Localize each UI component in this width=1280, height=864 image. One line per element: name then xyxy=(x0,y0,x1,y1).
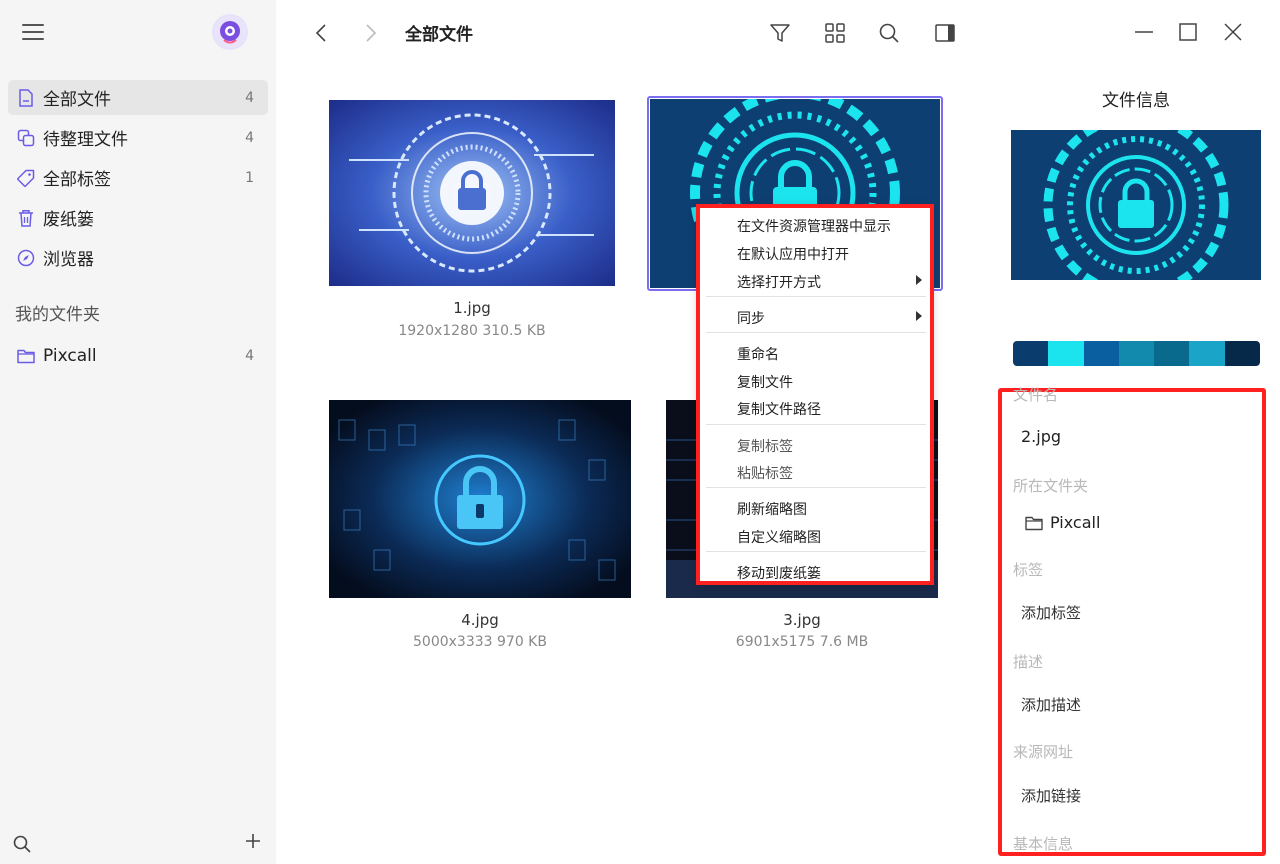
sidebar-nav: 全部文件 4 待整理文件 4 全部标签 1 废纸篓 浏览器 xyxy=(8,80,268,280)
description-label: 描述 xyxy=(1013,653,1044,671)
basic-info-label: 基本信息 xyxy=(1013,835,1074,853)
avatar[interactable] xyxy=(212,14,248,50)
sidebar-item-browser[interactable]: 浏览器 xyxy=(8,240,268,275)
color-palette xyxy=(1013,341,1260,366)
back-icon[interactable] xyxy=(312,22,332,48)
submenu-arrow-icon xyxy=(916,275,922,285)
file-meta: 5000x3333 970 KB xyxy=(413,634,547,650)
filename-field[interactable]: 2.jpg xyxy=(1021,427,1061,446)
sidebar-item-count: 4 xyxy=(245,129,254,146)
menu-move-to-trash[interactable]: 移动到废纸篓 xyxy=(737,563,821,583)
close-icon[interactable] xyxy=(1222,20,1244,48)
menu-separator xyxy=(706,332,926,333)
menu-separator xyxy=(706,424,926,425)
context-menu: 在文件资源管理器中显示 在默认应用中打开 选择打开方式 同步 重命名 复制文件 … xyxy=(696,204,934,585)
menu-show-in-explorer[interactable]: 在文件资源管理器中显示 xyxy=(737,216,891,236)
menu-paste-tags[interactable]: 粘贴标签 xyxy=(737,463,793,483)
menu-sync[interactable]: 同步 xyxy=(737,308,765,328)
thumbnail-1[interactable] xyxy=(329,100,615,286)
file-meta: 6901x5175 7.6 MB xyxy=(735,634,869,650)
sidebar-item-count: 4 xyxy=(245,347,254,364)
folder-field[interactable]: Pixcall xyxy=(1025,513,1100,532)
menu-copy-tags[interactable]: 复制标签 xyxy=(737,436,793,456)
folder-name: Pixcall xyxy=(1050,513,1101,532)
sidebar-item-trash[interactable]: 废纸篓 xyxy=(8,200,268,235)
sidebar-item-label: 浏览器 xyxy=(43,250,94,270)
file-name: 4.jpg xyxy=(461,611,499,629)
menu-copy-file[interactable]: 复制文件 xyxy=(737,372,793,392)
menu-open-with[interactable]: 选择打开方式 xyxy=(737,272,821,292)
forward-icon[interactable] xyxy=(360,22,380,48)
submenu-arrow-icon xyxy=(916,311,922,321)
sidebar-item-label: 待整理文件 xyxy=(43,130,128,150)
folder-icon xyxy=(1025,515,1043,531)
sidebar-item-label: Pixcall xyxy=(43,345,97,366)
minimize-icon[interactable] xyxy=(1133,20,1155,48)
sidebar-item-label: 废纸篓 xyxy=(43,210,94,230)
sidebar-item-count: 1 xyxy=(245,169,254,186)
sidebar-item-folder-pixcall[interactable]: Pixcall 4 xyxy=(8,338,268,373)
sidebar: 全部文件 4 待整理文件 4 全部标签 1 废纸篓 浏览器 我的文件夹 Pixc… xyxy=(0,0,276,864)
tag-icon xyxy=(16,168,36,188)
search-icon[interactable] xyxy=(878,22,900,48)
color-swatch[interactable] xyxy=(1048,341,1084,366)
preview-image xyxy=(1011,130,1261,280)
grid-view-icon[interactable] xyxy=(824,22,846,48)
filename-label: 文件名 xyxy=(1013,386,1059,404)
thumbnail-4[interactable] xyxy=(329,400,631,598)
sidebar-item-unsorted[interactable]: 待整理文件 4 xyxy=(8,120,268,155)
file-icon xyxy=(16,88,36,108)
color-swatch[interactable] xyxy=(1189,341,1225,366)
color-swatch[interactable] xyxy=(1154,341,1190,366)
folders-section-title: 我的文件夹 xyxy=(15,305,100,325)
folder-list: Pixcall 4 xyxy=(8,338,268,378)
file-meta: 1920x1280 310.5 KB xyxy=(398,323,546,339)
menu-copy-path[interactable]: 复制文件路径 xyxy=(737,399,821,419)
trash-icon xyxy=(16,208,36,228)
file-name: 1.jpg xyxy=(453,299,491,317)
toggle-panel-icon[interactable] xyxy=(934,22,956,48)
sidebar-item-label: 全部文件 xyxy=(43,90,111,110)
add-description-button[interactable]: 添加描述 xyxy=(1021,694,1081,715)
menu-open-default[interactable]: 在默认应用中打开 xyxy=(737,244,849,264)
menu-separator xyxy=(706,551,926,552)
page-title: 全部文件 xyxy=(405,25,473,45)
color-swatch[interactable] xyxy=(1118,341,1155,366)
color-swatch[interactable] xyxy=(1013,341,1049,366)
add-folder-icon[interactable] xyxy=(244,832,262,855)
menu-refresh-thumbnail[interactable]: 刷新缩略图 xyxy=(737,499,807,519)
color-swatch[interactable] xyxy=(1224,341,1260,366)
file-name: 3.jpg xyxy=(783,611,821,629)
tags-label: 标签 xyxy=(1013,561,1044,579)
add-link-button[interactable]: 添加链接 xyxy=(1021,785,1081,806)
menu-custom-thumbnail[interactable]: 自定义缩略图 xyxy=(737,527,821,547)
color-swatch[interactable] xyxy=(1083,341,1119,366)
info-panel-title: 文件信息 xyxy=(1102,91,1170,111)
copy-icon xyxy=(16,128,36,148)
sidebar-item-label: 全部标签 xyxy=(43,170,111,190)
menu-separator xyxy=(706,296,926,297)
menu-rename[interactable]: 重命名 xyxy=(737,344,779,364)
search-icon[interactable] xyxy=(12,834,32,858)
sidebar-item-tags[interactable]: 全部标签 1 xyxy=(8,160,268,195)
sidebar-item-count: 4 xyxy=(245,89,254,106)
folder-label: 所在文件夹 xyxy=(1013,477,1089,495)
menu-separator xyxy=(706,487,926,488)
sidebar-item-all-files[interactable]: 全部文件 4 xyxy=(8,80,268,115)
source-url-label: 来源网址 xyxy=(1013,743,1074,761)
menu-icon[interactable] xyxy=(22,24,44,42)
compass-icon xyxy=(16,248,36,268)
add-tag-button[interactable]: 添加标签 xyxy=(1021,602,1081,623)
filter-icon[interactable] xyxy=(769,22,791,48)
folder-icon xyxy=(16,346,36,366)
maximize-icon[interactable] xyxy=(1177,20,1199,48)
